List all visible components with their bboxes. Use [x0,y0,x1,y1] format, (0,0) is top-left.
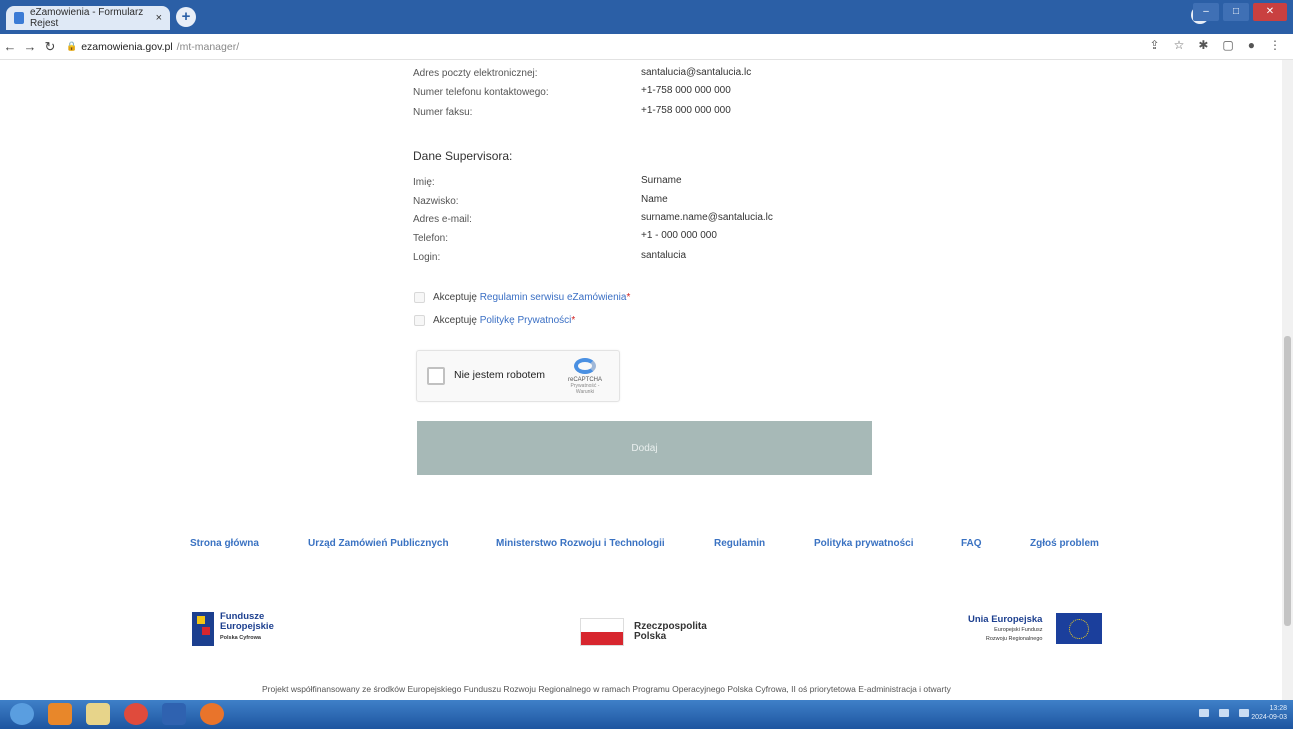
address-toolbar: ← → ↻ 🔒 ezamowienia.gov.pl/mt-manager/ ⇪… [0,34,1293,60]
recaptcha-checkbox[interactable] [427,367,445,385]
reload-icon[interactable]: ↻ [40,39,60,55]
supervisor-phone-label: Telefon: [413,233,449,244]
favicon-icon [14,12,24,24]
scrollbar-thumb[interactable] [1284,336,1291,626]
url-path: /mt-manager/ [176,40,240,53]
footer-nav: Strona główna Urząd Zamówień Publicznych… [0,538,1282,558]
tray-flag-icon[interactable] [1239,709,1249,717]
privacy-text: Akceptuję Politykę Prywatności* [433,315,576,326]
firstname-value: Surname [641,175,682,186]
new-tab-button[interactable]: + [176,7,196,27]
side-panel-icon[interactable]: ▢ [1222,38,1233,52]
login-label: Login: [413,252,441,263]
footer-link-faq[interactable]: FAQ [961,538,982,549]
taskbar-clock[interactable]: 13:28 2024-09-03 [1251,704,1287,722]
phone-value: +1-758 000 000 000 [641,85,731,96]
footer-link-regulations[interactable]: Regulamin [714,538,765,549]
minimize-button[interactable]: – [1193,3,1219,21]
supervisor-email-label: Adres e-mail: [413,214,472,225]
page-content: Adres poczty elektronicznej: santalucia@… [0,60,1282,704]
os-taskbar: 13:28 2024-09-03 [0,700,1293,729]
address-bar[interactable]: 🔒 ezamowienia.gov.pl/mt-manager/ [66,41,239,53]
tray-network-icon[interactable] [1199,709,1209,717]
footer-link-privacy[interactable]: Polityka prywatności [814,538,913,549]
supervisor-title: Dane Supervisora: [413,149,513,163]
system-tray [1199,709,1249,717]
supervisor-phone-value: +1 - 000 000 000 [641,230,717,241]
fe-mark-icon [192,612,214,646]
forward-arrow-icon[interactable]: → [20,39,40,54]
firstname-label: Imię: [413,177,435,188]
share-icon[interactable]: ⇪ [1150,38,1160,52]
window-controls: – □ ✕ [1193,3,1287,21]
recaptcha-label: Nie jestem robotem [454,369,546,381]
recaptcha-logo: reCAPTCHA Prywatność - Warunki [563,358,607,395]
clock-time: 13:28 [1269,705,1287,712]
funding-disclaimer: Projekt współfinansowany ze środków Euro… [262,684,1052,704]
polish-flag-icon [580,618,624,646]
privacy-consent: Akceptuję Politykę Prywatności* [414,315,575,326]
menu-dots-icon[interactable]: ⋮ [1269,38,1281,52]
privacy-link[interactable]: Politykę Prywatności [480,315,572,326]
window-close-button[interactable]: ✕ [1253,3,1287,21]
page-scrollbar[interactable] [1282,60,1293,700]
eu-flag-icon [1056,613,1102,644]
privacy-checkbox[interactable] [414,315,425,326]
footer-link-home[interactable]: Strona główna [190,538,259,549]
terms-link[interactable]: Regulamin serwisu eZamówienia [480,292,627,303]
fax-value: +1-758 000 000 000 [641,105,731,116]
extensions-icon[interactable]: ✱ [1198,38,1208,52]
profile-avatar-icon[interactable]: ● [1248,38,1255,52]
login-value: santalucia [641,250,687,261]
word-icon[interactable] [162,703,186,725]
file-explorer-icon[interactable] [86,703,110,725]
terms-consent: Akceptuję Regulamin serwisu eZamówienia* [414,292,630,303]
recaptcha-icon [574,358,596,374]
lock-icon: 🔒 [66,41,78,51]
lastname-label: Nazwisko: [413,196,459,207]
start-button-icon[interactable] [10,703,34,725]
clock-date: 2024-09-03 [1251,714,1287,721]
fe-sub: Polska Cyfrowa [220,635,261,641]
firefox-icon[interactable] [200,703,224,725]
browser-tab[interactable]: eZamowienia - Formularz Rejest × [6,6,170,30]
terms-text: Akceptuję Regulamin serwisu eZamówienia* [433,292,631,303]
add-button[interactable]: Dodaj [417,421,872,475]
footer-link-uzp[interactable]: Urząd Zamówień Publicznych [308,538,449,549]
fundusze-europejskie-logo: Fundusze Europejskie Polska Cyfrowa [192,612,274,646]
tab-title: eZamowienia - Formularz Rejest [29,7,144,29]
terms-checkbox[interactable] [414,292,425,303]
eu-sub1: Europejski Fundusz [994,627,1043,633]
toolbar-actions: ⇪ ☆ ✱ ▢ ● ⋮ [1150,38,1281,52]
recaptcha-widget: Nie jestem robotem reCAPTCHA Prywatność … [416,350,620,402]
email-value: santalucia@santalucia.lc [641,67,752,78]
eu-title: Unia Europejska [968,614,1043,625]
tab-close-icon[interactable]: × [156,12,162,24]
eu-sub2: Rozwoju Regionalnego [985,636,1043,642]
media-player-icon[interactable] [48,703,72,725]
fax-label: Numer faksu: [413,107,473,118]
rp-line2: Polska [634,631,667,642]
fe-line2: Europejskie [220,621,274,632]
eu-logo-text: Unia Europejska Europejski Fundusz Rozwo… [968,614,1042,643]
footer-link-report[interactable]: Zgłoś problem [1030,538,1099,549]
url-host: ezamowienia.gov.pl [81,40,173,53]
back-arrow-icon[interactable]: ← [0,39,20,54]
email-label: Adres poczty elektronicznej: [413,68,538,79]
maximize-button[interactable]: □ [1223,3,1249,21]
tray-volume-icon[interactable] [1219,709,1229,717]
phone-label: Numer telefonu kontaktowego: [413,87,549,98]
supervisor-email-value: surname.name@santalucia.lc [641,212,773,223]
lastname-value: Name [641,194,668,205]
disclaimer-line1: Projekt współfinansowany ze środków Euro… [262,684,951,694]
chrome-icon[interactable] [124,703,148,725]
recaptcha-terms[interactable]: Prywatność - Warunki [563,383,607,395]
taskbar-apps [10,703,224,725]
browser-tab-strip: eZamowienia - Formularz Rejest × + – □ ✕ [0,0,1293,34]
footer-link-ministry[interactable]: Ministerstwo Rozwoju i Technologii [496,538,665,549]
screen: eZamowienia - Formularz Rejest × + – □ ✕… [0,0,1293,729]
bookmark-star-icon[interactable]: ☆ [1174,38,1185,52]
rzeczpospolita-logo: Rzeczpospolita Polska [580,618,707,646]
footer-logos: Fundusze Europejskie Polska Cyfrowa Rzec… [0,610,1282,660]
